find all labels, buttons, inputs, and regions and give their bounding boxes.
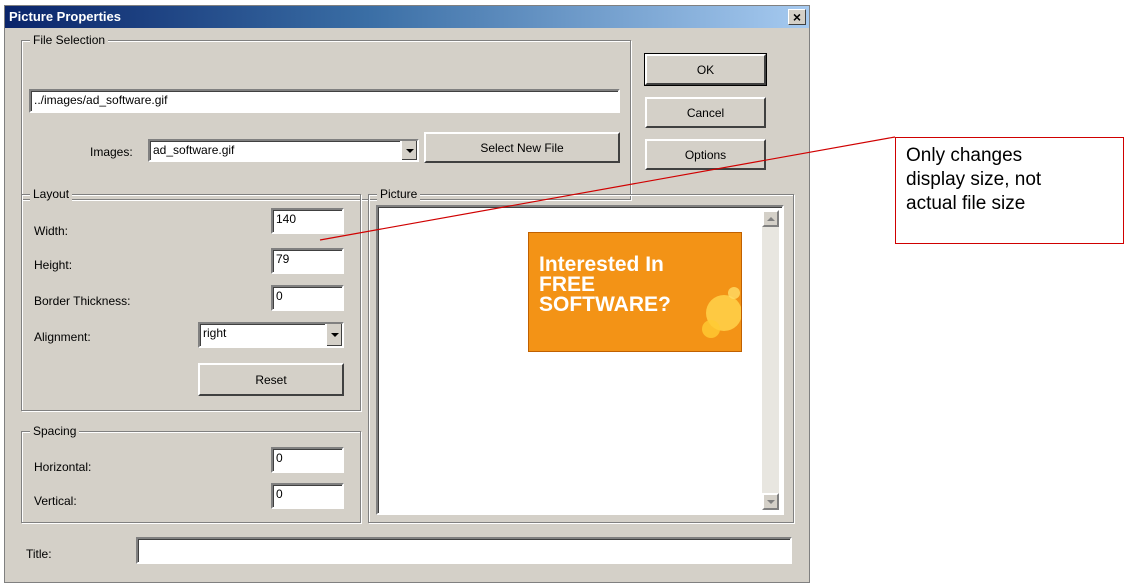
alignment-label: Alignment: [34, 330, 91, 344]
options-button[interactable]: Options [645, 139, 766, 170]
ok-button[interactable]: OK [644, 53, 767, 86]
alignment-selected-value: right [203, 326, 227, 340]
callout-box: Only changes display size, not actual fi… [895, 137, 1124, 244]
callout-line-2: display size, not [906, 169, 1042, 190]
ad-line-1: Interested In [539, 253, 664, 276]
images-selected-value: ad_software.gif [153, 143, 235, 157]
reset-label: Reset [255, 372, 287, 387]
layout-legend: Layout [30, 187, 73, 201]
title-bar: Picture Properties × [5, 6, 809, 28]
vertical-input[interactable]: 0 [271, 483, 344, 509]
ad-line-2: FREE [539, 273, 596, 296]
ad-software-image: Interested In FREE SOFTWARE? [528, 232, 742, 352]
file-path-input[interactable]: ../images/ad_software.gif [29, 89, 620, 113]
vertical-label: Vertical: [34, 494, 77, 508]
ok-label: OK [696, 62, 715, 77]
chevron-down-icon [330, 333, 339, 337]
file-selection-legend: File Selection [30, 33, 109, 47]
horizontal-input[interactable]: 0 [271, 447, 344, 473]
select-new-file-label: Select New File [480, 140, 564, 155]
spacing-group: Spacing [21, 424, 361, 523]
file-selection-group: File Selection [21, 33, 631, 200]
images-dropdown-button[interactable] [400, 141, 417, 160]
alignment-select[interactable]: right [198, 322, 344, 348]
width-input[interactable]: 140 [271, 208, 344, 234]
width-label: Width: [34, 224, 69, 238]
picture-scrollbar[interactable] [762, 210, 779, 510]
chevron-up-icon [766, 216, 775, 221]
scroll-up-button[interactable] [762, 210, 779, 227]
border-thickness-input[interactable]: 0 [271, 285, 344, 311]
images-label: Images: [90, 145, 133, 159]
title-label: Title: [26, 547, 52, 561]
close-icon: × [792, 9, 802, 25]
height-label: Height: [34, 258, 73, 272]
chevron-down-icon [405, 148, 414, 153]
reset-button[interactable]: Reset [198, 363, 344, 396]
scroll-down-button[interactable] [762, 493, 779, 510]
images-select[interactable]: ad_software.gif [148, 139, 419, 162]
close-button[interactable]: × [788, 9, 806, 25]
spacing-legend: Spacing [30, 424, 80, 438]
callout-line-1: Only changes [906, 145, 1023, 166]
picture-properties-dialog: Picture Properties × File Selection ../i… [4, 5, 810, 583]
title-input[interactable] [136, 537, 792, 564]
cancel-button[interactable]: Cancel [645, 97, 766, 128]
border-thickness-label: Border Thickness: [34, 294, 131, 308]
options-label: Options [684, 147, 727, 162]
chevron-down-icon [766, 499, 775, 504]
callout-line-3: actual file size [906, 193, 1026, 214]
cancel-label: Cancel [686, 105, 725, 120]
window-title: Picture Properties [9, 9, 121, 24]
alignment-dropdown-button[interactable] [325, 324, 342, 346]
select-new-file-button[interactable]: Select New File [424, 132, 620, 163]
horizontal-label: Horizontal: [34, 460, 92, 474]
picture-preview: Interested In FREE SOFTWARE? [376, 205, 784, 515]
height-input[interactable]: 79 [271, 248, 344, 274]
ad-line-3: SOFTWARE? [539, 293, 671, 316]
picture-legend: Picture [377, 187, 421, 201]
